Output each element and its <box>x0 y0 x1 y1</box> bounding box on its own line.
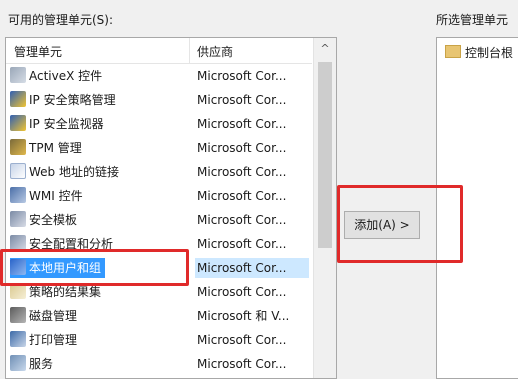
column-header-vendor[interactable]: 供应商 <box>197 43 233 60</box>
snapin-row[interactable]: IP 安全策略管理 Microsoft Cor... <box>6 88 312 112</box>
snapin-row[interactable]: 打印管理 Microsoft Cor... <box>6 328 312 352</box>
snapin-name-cell: 安全模板 <box>10 210 81 230</box>
snapin-vendor: Microsoft Cor... <box>197 285 287 299</box>
scroll-up-button[interactable]: ^ <box>314 38 336 60</box>
disk-icon <box>10 307 26 323</box>
selected-item-label: 控制台根 <box>465 46 514 60</box>
shield-icon <box>10 91 26 107</box>
snapin-row[interactable]: TPM 管理 Microsoft Cor... <box>6 136 312 160</box>
snapin-vendor: Microsoft Cor... <box>197 333 287 347</box>
snapin-vendor: Microsoft Cor... <box>197 69 287 83</box>
snapin-name: 安全模板 <box>29 213 78 227</box>
snapin-name-cell: WMI 控件 <box>10 186 87 206</box>
snapin-name: 磁盘管理 <box>29 309 78 323</box>
snapin-name-cell: 磁盘管理 <box>10 306 81 326</box>
web-link-icon <box>10 163 26 179</box>
snapin-vendor: Microsoft Cor... <box>197 189 287 203</box>
snapin-name: 安全配置和分析 <box>29 237 114 251</box>
selected-snapins-label: 所选管理单元 <box>436 13 509 27</box>
folder-icon <box>445 45 461 58</box>
snapin-name-cell: IP 安全监视器 <box>10 114 108 134</box>
snapin-vendor: Microsoft Cor... <box>197 117 287 131</box>
snapin-vendor: Microsoft Cor... <box>197 357 287 371</box>
snapin-name: ActiveX 控件 <box>29 69 103 83</box>
available-snapins-list[interactable]: 管理单元 供应商 ActiveX 控件 Microsoft Cor... IP 安全… <box>5 37 337 379</box>
snapin-row[interactable]: WMI 控件 Microsoft Cor... <box>6 184 312 208</box>
tpm-chip-icon <box>10 139 26 155</box>
snapin-name-cell: IP 安全策略管理 <box>10 90 120 110</box>
snapin-name: TPM 管理 <box>29 141 82 155</box>
snapin-row[interactable]: Web 地址的链接 Microsoft Cor... <box>6 160 312 184</box>
snapin-row[interactable]: ActiveX 控件 Microsoft Cor... <box>6 64 312 88</box>
snapin-vendor: Microsoft Cor... <box>197 213 287 227</box>
snapin-row[interactable]: 本地用户和组 Microsoft Cor... <box>6 256 312 280</box>
snapin-vendor: Microsoft 和 V... <box>197 309 290 323</box>
shield-icon <box>10 115 26 131</box>
selected-snapins-list[interactable]: 控制台根 <box>436 37 518 379</box>
add-button[interactable]: 添加(A) > <box>344 211 420 239</box>
snapin-vendor: Microsoft Cor... <box>197 141 287 155</box>
snapin-name-cell: TPM 管理 <box>10 138 86 158</box>
printer-icon <box>10 331 26 347</box>
column-header-snapin[interactable]: 管理单元 <box>14 43 62 60</box>
users-icon <box>10 259 26 275</box>
snapin-name: Web 地址的链接 <box>29 165 119 179</box>
security-analysis-icon <box>10 235 26 251</box>
snapin-name-cell: 策略的结果集 <box>10 282 105 302</box>
scroll-thumb[interactable] <box>318 62 332 248</box>
snapin-row[interactable]: IP 安全监视器 Microsoft Cor... <box>6 112 312 136</box>
snapin-row[interactable]: 安全配置和分析 Microsoft Cor... <box>6 232 312 256</box>
available-snapins-label: 可用的管理单元(S): <box>8 13 114 27</box>
snapin-name: 策略的结果集 <box>29 285 102 299</box>
list-header: 管理单元 供应商 <box>6 38 312 64</box>
snapin-name: IP 安全策略管理 <box>29 93 116 107</box>
snapin-vendor: Microsoft Cor... <box>195 258 309 278</box>
snapin-name: WMI 控件 <box>29 189 83 203</box>
activex-icon <box>10 67 26 83</box>
snapin-name-cell: 安全配置和分析 <box>10 234 117 254</box>
snapin-row[interactable]: 策略的结果集 Microsoft Cor... <box>6 280 312 304</box>
snapin-name-cell: Web 地址的链接 <box>10 162 123 182</box>
snapin-name-cell: 本地用户和组 <box>10 258 106 278</box>
snapin-vendor: Microsoft Cor... <box>197 93 287 107</box>
wmi-icon <box>10 187 26 203</box>
policy-icon <box>10 283 26 299</box>
gear-icon <box>10 355 26 371</box>
snapin-vendor: Microsoft Cor... <box>197 237 287 251</box>
snapin-name: 服务 <box>29 357 54 371</box>
snapin-row[interactable]: 安全模板 Microsoft Cor... <box>6 208 312 232</box>
snapin-name-cell: 打印管理 <box>10 330 81 350</box>
snapin-name: 本地用户和组 <box>29 261 102 275</box>
vertical-scrollbar[interactable]: ^ <box>313 38 336 378</box>
snapin-name-cell: ActiveX 控件 <box>10 66 106 86</box>
snapin-vendor: Microsoft Cor... <box>197 165 287 179</box>
snapin-name: IP 安全监视器 <box>29 117 104 131</box>
security-template-icon <box>10 211 26 227</box>
snapin-row[interactable]: 磁盘管理 Microsoft 和 V... <box>6 304 312 328</box>
column-divider[interactable] <box>189 38 190 63</box>
snapin-name: 打印管理 <box>29 333 78 347</box>
snapin-row[interactable]: 服务 Microsoft Cor... <box>6 352 312 376</box>
selected-item-console-root[interactable]: 控制台根 <box>445 44 513 61</box>
snapin-rows: ActiveX 控件 Microsoft Cor... IP 安全策略管理 Micro… <box>6 64 312 376</box>
snapin-name-cell: 服务 <box>10 354 57 374</box>
